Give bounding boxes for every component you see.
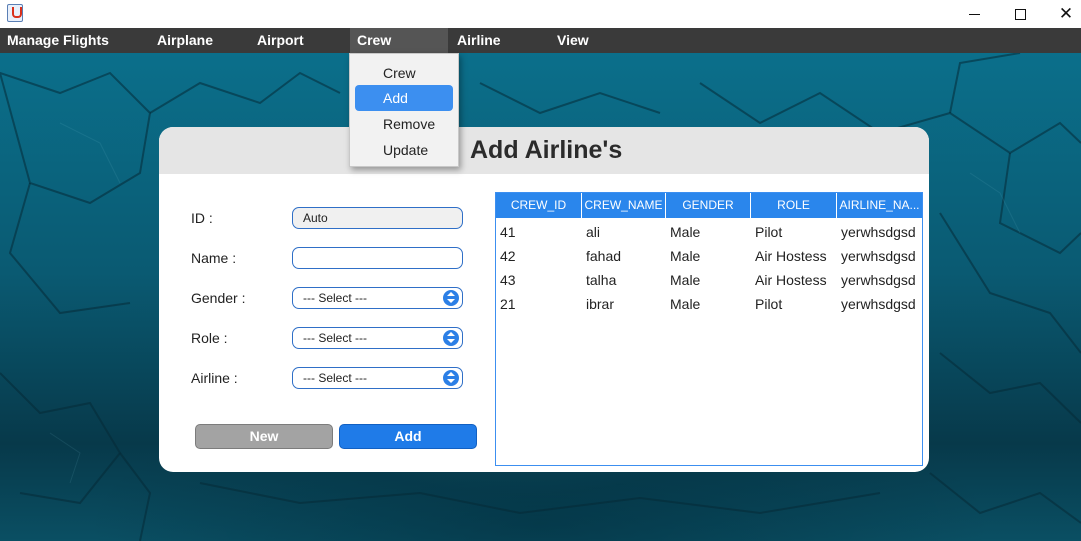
close-button[interactable]: ✕ xyxy=(1043,0,1081,28)
java-app-icon xyxy=(7,4,23,22)
page-title: Add Airline's xyxy=(470,136,623,164)
airline-select[interactable]: --- Select --- xyxy=(292,367,463,389)
add-button[interactable]: Add xyxy=(339,424,477,449)
cell-crew-id: 42 xyxy=(500,248,516,264)
cell-gender: Male xyxy=(670,296,701,312)
gender-select-value: --- Select --- xyxy=(303,291,367,305)
minimize-button[interactable] xyxy=(951,0,997,28)
crew-menu-item-update[interactable]: Update xyxy=(355,137,453,163)
cell-airline-name: yerwhsdgsd xyxy=(841,296,916,312)
menu-airport[interactable]: Airport xyxy=(250,28,350,53)
cell-crew-id: 41 xyxy=(500,224,516,240)
crew-menu-item-add[interactable]: Add xyxy=(355,85,453,111)
menu-manage-flights[interactable]: Manage Flights xyxy=(0,28,150,53)
title-bar: ✕ xyxy=(0,0,1081,28)
table-row[interactable]: 41 ali Male Pilot yerwhsdgsd xyxy=(496,220,922,244)
card-header: Add Airline's xyxy=(159,127,929,174)
cell-role: Air Hostess xyxy=(755,248,827,264)
menu-airline[interactable]: Airline xyxy=(450,28,550,53)
name-label: Name : xyxy=(191,250,237,266)
crew-menu-item-crew[interactable]: Crew xyxy=(355,60,453,86)
maximize-icon xyxy=(1014,8,1026,20)
cell-crew-id: 43 xyxy=(500,272,516,288)
select-arrows-icon[interactable] xyxy=(443,370,459,386)
menu-view[interactable]: View xyxy=(550,28,650,53)
table-header: CREW_ID CREW_NAME GENDER ROLE AIRLINE_NA… xyxy=(496,193,922,218)
column-header-role[interactable]: ROLE xyxy=(751,193,837,218)
gender-label: Gender : xyxy=(191,290,246,306)
add-crew-card: Add Airline's ID : Auto Name : Gender : … xyxy=(159,127,929,472)
cell-airline-name: yerwhsdgsd xyxy=(841,272,916,288)
minimize-icon xyxy=(968,13,980,15)
column-header-crew-id[interactable]: CREW_ID xyxy=(496,193,582,218)
cell-role: Air Hostess xyxy=(755,272,827,288)
airline-label: Airline : xyxy=(191,370,238,386)
menu-airplane[interactable]: Airplane xyxy=(150,28,250,53)
cell-crew-id: 21 xyxy=(500,296,516,312)
select-arrows-icon[interactable] xyxy=(443,330,459,346)
cell-gender: Male xyxy=(670,248,701,264)
cell-crew-name: talha xyxy=(586,272,617,288)
column-header-crew-name[interactable]: CREW_NAME xyxy=(582,193,666,218)
airline-select-value: --- Select --- xyxy=(303,371,367,385)
id-field[interactable]: Auto xyxy=(292,207,463,229)
role-select[interactable]: --- Select --- xyxy=(292,327,463,349)
cell-role: Pilot xyxy=(755,224,783,240)
cell-gender: Male xyxy=(670,224,701,240)
select-arrows-icon[interactable] xyxy=(443,290,459,306)
name-field[interactable] xyxy=(292,247,463,269)
cell-gender: Male xyxy=(670,272,701,288)
id-label: ID : xyxy=(191,210,213,226)
table-row[interactable]: 42 fahad Male Air Hostess yerwhsdgsd xyxy=(496,244,922,268)
gender-select[interactable]: --- Select --- xyxy=(292,287,463,309)
column-header-gender[interactable]: GENDER xyxy=(666,193,751,218)
menu-bar: Manage Flights Airplane Airport Crew Air… xyxy=(0,28,1081,53)
crew-menu-item-remove[interactable]: Remove xyxy=(355,111,453,137)
close-icon: ✕ xyxy=(1058,4,1074,24)
table-row[interactable]: 43 talha Male Air Hostess yerwhsdgsd xyxy=(496,268,922,292)
cell-crew-name: ibrar xyxy=(586,296,615,312)
cell-crew-name: fahad xyxy=(586,248,622,264)
menu-crew[interactable]: Crew xyxy=(350,28,448,53)
cell-role: Pilot xyxy=(755,296,783,312)
table-row[interactable]: 21 ibrar Male Pilot yerwhsdgsd xyxy=(496,292,922,316)
role-label: Role : xyxy=(191,330,228,346)
cell-airline-name: yerwhsdgsd xyxy=(841,224,916,240)
id-field-value: Auto xyxy=(303,211,328,225)
column-header-airline-name[interactable]: AIRLINE_NA... xyxy=(837,193,922,218)
new-button[interactable]: New xyxy=(195,424,333,449)
maximize-button[interactable] xyxy=(997,0,1043,28)
cell-crew-name: ali xyxy=(586,224,601,240)
crew-table[interactable]: CREW_ID CREW_NAME GENDER ROLE AIRLINE_NA… xyxy=(495,192,923,466)
role-select-value: --- Select --- xyxy=(303,331,367,345)
cell-airline-name: yerwhsdgsd xyxy=(841,248,916,264)
crew-dropdown-menu: Crew Add Remove Update xyxy=(349,53,459,167)
